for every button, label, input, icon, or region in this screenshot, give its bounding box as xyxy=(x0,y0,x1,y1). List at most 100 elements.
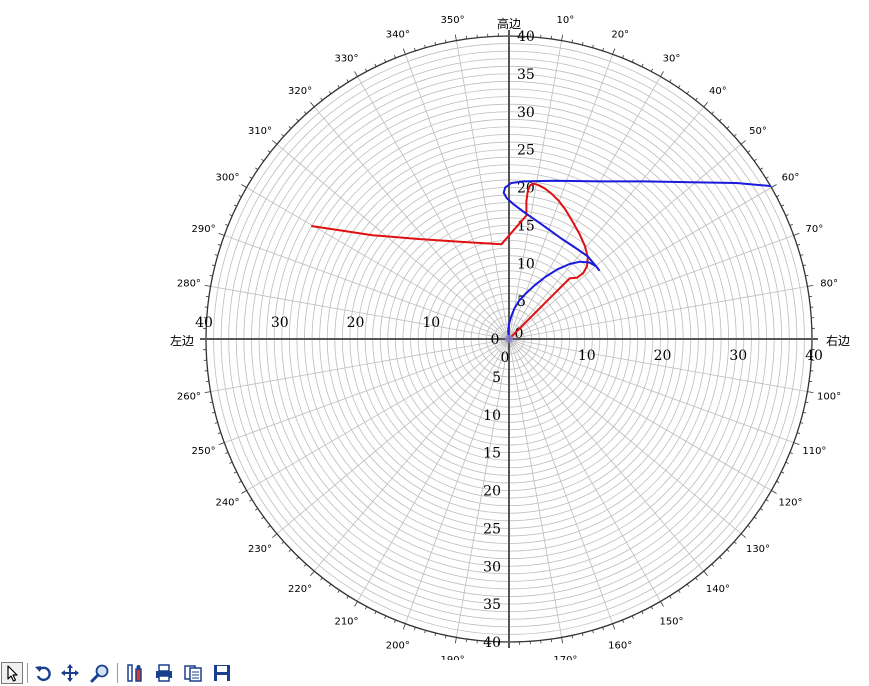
rotate-tool-button[interactable] xyxy=(32,662,54,684)
outer-tick-mark xyxy=(785,214,789,217)
outer-tick-mark xyxy=(414,627,416,631)
angle-label: 310° xyxy=(248,126,272,137)
outer-tick-mark xyxy=(238,194,242,198)
outer-tick-mark xyxy=(807,284,814,287)
top-axis-tick-label: 15 xyxy=(517,218,535,234)
outer-tick-mark xyxy=(255,167,259,170)
angle-label: 30° xyxy=(663,54,681,65)
outer-tick-mark xyxy=(238,480,242,484)
outer-tick-mark xyxy=(622,55,625,59)
outer-tick-mark xyxy=(602,47,604,51)
chart-toolbar xyxy=(0,660,869,686)
angle-label: 130° xyxy=(746,544,770,555)
outer-tick-mark xyxy=(346,79,349,83)
outer-tick-mark xyxy=(631,615,634,619)
outer-tick-mark xyxy=(561,34,564,41)
outer-tick-mark xyxy=(733,133,737,137)
left-axis-tick-label: 0 xyxy=(491,332,500,348)
outer-tick-mark xyxy=(261,516,265,520)
outer-tick-mark xyxy=(561,637,564,644)
outer-tick-mark xyxy=(225,452,229,455)
outer-tick-mark xyxy=(346,595,349,599)
outer-tick-mark xyxy=(241,184,247,188)
angle-label: 110° xyxy=(802,446,826,457)
outer-tick-mark xyxy=(686,91,690,95)
outer-tick-mark xyxy=(711,111,715,115)
outer-tick-mark xyxy=(217,244,221,246)
outer-tick-mark xyxy=(711,563,715,567)
left-axis-tick-label: 30 xyxy=(271,315,289,331)
top-axis-tick-label: 10 xyxy=(517,256,535,272)
outer-tick-mark xyxy=(402,623,406,630)
outer-tick-mark xyxy=(229,461,233,464)
outer-tick-mark xyxy=(753,516,757,520)
outer-tick-mark xyxy=(454,637,457,644)
outer-tick-mark xyxy=(354,601,358,607)
top-axis-tick-label: 30 xyxy=(517,105,535,121)
pan-tool-button[interactable] xyxy=(59,662,81,684)
outer-tick-mark xyxy=(218,442,225,446)
outer-tick-mark xyxy=(631,59,634,63)
outer-tick-mark xyxy=(218,232,225,236)
outer-tick-mark xyxy=(255,508,259,511)
outer-tick-mark xyxy=(793,232,800,236)
outer-tick-mark xyxy=(771,184,777,188)
outer-tick-mark xyxy=(740,533,746,538)
left-axis-tick-label: 40 xyxy=(195,315,213,331)
print-button[interactable] xyxy=(153,662,175,684)
angle-label: 200° xyxy=(386,640,410,651)
outer-tick-mark xyxy=(771,490,777,494)
top-axis-tick-label: 35 xyxy=(517,67,535,83)
polar-chart-svg: 10° 20° 30° 40° 50° 60° 70° 80° 100° 110° 120° 130°… xyxy=(170,15,850,660)
angle-label: 20° xyxy=(611,30,629,41)
outer-tick-mark xyxy=(759,167,763,170)
pointer-icon xyxy=(7,665,18,682)
outer-tick-mark xyxy=(726,549,730,552)
outer-tick-mark xyxy=(296,118,299,122)
angle-label: 320° xyxy=(288,86,312,97)
outer-tick-mark xyxy=(337,85,340,89)
outer-tick-mark xyxy=(703,102,708,108)
angle-label: 220° xyxy=(288,584,312,595)
outer-tick-mark xyxy=(272,140,278,145)
angle-label: 340° xyxy=(386,30,410,41)
origin-label: 0 xyxy=(501,350,510,366)
zoom-tool-button[interactable] xyxy=(89,662,111,684)
top-axis-tick-label: 40 xyxy=(517,29,535,45)
outer-tick-mark xyxy=(414,47,416,51)
outer-tick-mark xyxy=(660,601,664,607)
outer-tick-mark xyxy=(267,525,271,528)
outer-tick-mark xyxy=(789,223,793,226)
outer-tick-mark xyxy=(669,595,672,599)
angle-label: 50° xyxy=(749,126,767,137)
outer-tick-mark xyxy=(288,126,292,129)
outer-tick-mark xyxy=(719,556,722,560)
right-axis-tick-label: 20 xyxy=(654,348,672,364)
pointer-tool-button[interactable] xyxy=(1,662,23,684)
rotate-icon xyxy=(35,666,51,682)
bottom-axis-tick-label: 20 xyxy=(483,484,501,500)
save-icon xyxy=(214,665,230,681)
outer-tick-mark xyxy=(337,589,340,593)
top-axis-tick-label: 25 xyxy=(517,143,535,159)
polar-plot: 10° 20° 30° 40° 50° 60° 70° 80° 100° 110° 120° 130°… xyxy=(0,0,869,660)
outer-tick-mark xyxy=(602,627,604,631)
outer-tick-mark xyxy=(288,549,292,552)
angle-label: 260° xyxy=(177,391,201,402)
outer-tick-mark xyxy=(303,563,307,567)
left-axis-tick-label: 20 xyxy=(347,315,365,331)
outer-tick-mark xyxy=(776,194,780,198)
bottom-axis-tick-label: 35 xyxy=(483,597,501,613)
angle-label: 10° xyxy=(557,15,575,26)
zoom-icon xyxy=(90,664,109,683)
outer-tick-mark xyxy=(281,541,285,545)
properties-button[interactable] xyxy=(124,662,146,684)
angle-label: 280° xyxy=(177,279,201,290)
print-icon xyxy=(156,664,172,682)
save-button[interactable] xyxy=(211,662,233,684)
outer-tick-mark xyxy=(310,102,315,108)
outer-tick-mark xyxy=(669,79,672,83)
outer-tick-mark xyxy=(328,583,332,587)
angle-label: 80° xyxy=(820,279,838,290)
copy-button[interactable] xyxy=(182,662,204,684)
